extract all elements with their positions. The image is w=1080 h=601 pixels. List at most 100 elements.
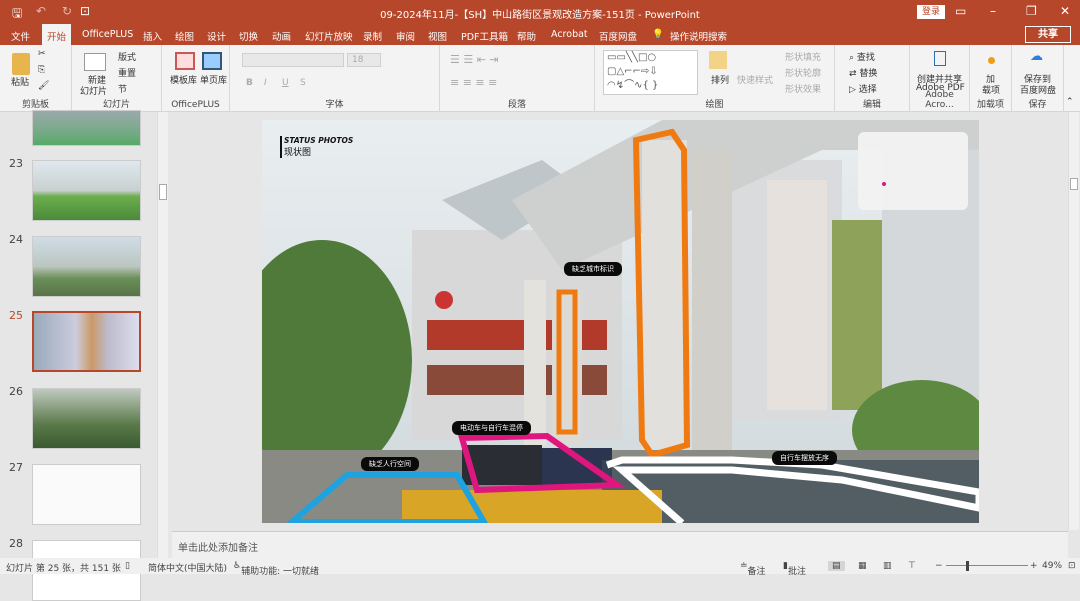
- addins-icon[interactable]: [988, 57, 995, 64]
- layout-button[interactable]: 版式: [118, 50, 136, 63]
- language-indicator[interactable]: 简体中文(中国大陆): [148, 561, 227, 574]
- zoom-level[interactable]: 49%: [1042, 561, 1062, 571]
- section-button[interactable]: 节: [118, 82, 127, 95]
- shape-outline-button[interactable]: 形状轮廓: [785, 66, 821, 79]
- slide-sorter-button[interactable]: ▦: [858, 561, 867, 571]
- tab-transitions[interactable]: 切换: [239, 29, 258, 43]
- slide-canvas[interactable]: STATUS PHOTOS 现状图 缺乏城市标识 电动车与自行车混停 缺乏人行空…: [262, 120, 979, 523]
- zoom-slider[interactable]: [946, 565, 1028, 566]
- fit-slide-icon[interactable]: ⊡: [1068, 561, 1076, 571]
- single-page-icon[interactable]: [202, 52, 222, 70]
- comments-toggle[interactable]: ▮ 批注: [783, 561, 806, 577]
- reset-button[interactable]: 重置: [118, 66, 136, 79]
- group-drawing: ▭▭╲╲□○ ▢△⌐⌐⇨⇩ ◠↯⌒∿{ } 排列 快速样式 形状填充 形状轮廓 形状…: [595, 45, 835, 112]
- ribbon: 粘贴 ✂ ⎘ 🖌 剪贴板 新建 幻灯片 版式 重置 节 幻灯片 模板库 单页库 …: [0, 45, 1080, 112]
- format-painter-icon[interactable]: 🖌: [38, 81, 49, 91]
- login-button[interactable]: 登录: [917, 5, 945, 19]
- underline-button[interactable]: U: [282, 78, 289, 88]
- slide-thumbnail-25[interactable]: [32, 311, 141, 372]
- slide-number: 25: [9, 309, 23, 322]
- zoom-slider-thumb[interactable]: [966, 561, 969, 571]
- zoom-in-button[interactable]: +: [1030, 561, 1038, 571]
- spellcheck-icon[interactable]: ▯: [125, 561, 130, 571]
- reading-view-button[interactable]: ▥: [883, 561, 892, 571]
- collapse-ribbon-icon[interactable]: ⌃: [1066, 97, 1074, 107]
- shape-effects-button[interactable]: 形状效果: [785, 82, 821, 95]
- paste-button[interactable]: 粘贴: [11, 75, 29, 88]
- callout-mixed-parking: 电动车与自行车混停: [452, 421, 531, 435]
- arrange-button[interactable]: 排列: [711, 73, 729, 86]
- slide-thumbnail-24[interactable]: [32, 236, 141, 297]
- status-bar: 幻灯片 第 25 张，共 151 张 ▯ 简体中文(中国大陆) ♿ 辅助功能: …: [0, 558, 1080, 577]
- tab-animations[interactable]: 动画: [272, 29, 291, 43]
- group-label: 段落: [507, 100, 526, 110]
- tab-draw[interactable]: 绘图: [175, 29, 194, 43]
- thumbnail-pane: 23 24 25 26 27 28: [0, 110, 170, 601]
- tell-me-search[interactable]: 操作说明搜索: [670, 29, 727, 43]
- tab-insert[interactable]: 插入: [143, 29, 162, 43]
- font-name-select[interactable]: [242, 53, 344, 67]
- template-button[interactable]: 模板库: [170, 73, 197, 86]
- find-button[interactable]: ⌕ 查找: [849, 50, 875, 63]
- slide-thumbnail-22[interactable]: [32, 110, 141, 146]
- tab-design[interactable]: 设计: [207, 29, 226, 43]
- notes-pane[interactable]: 单击此处添加备注: [172, 531, 1068, 558]
- callout-disordered-bikes: 自行车摆放无序: [772, 451, 837, 465]
- bold-button[interactable]: B: [246, 78, 253, 88]
- shape-fill-button[interactable]: 形状填充: [785, 50, 821, 63]
- tab-file[interactable]: 文件: [11, 29, 30, 43]
- quick-styles-button[interactable]: 快速样式: [737, 73, 773, 86]
- scroll-thumb[interactable]: [1070, 178, 1078, 190]
- tab-help[interactable]: 帮助: [517, 29, 536, 43]
- notes-placeholder[interactable]: 单击此处添加备注: [178, 539, 258, 554]
- minimize-button[interactable]: –: [990, 4, 996, 18]
- slide-scrollbar[interactable]: [1068, 112, 1079, 530]
- slide-thumbnail-26[interactable]: [32, 388, 141, 449]
- tab-baidu[interactable]: 百度网盘: [599, 29, 637, 43]
- maximize-button[interactable]: ❐: [1026, 4, 1037, 18]
- slideshow-button[interactable]: ⊤: [908, 561, 916, 571]
- tab-review[interactable]: 审阅: [396, 29, 415, 43]
- align-icons[interactable]: ≡ ≡ ≡ ≡: [450, 76, 497, 89]
- slide-thumbnail-27[interactable]: [32, 464, 141, 525]
- template-icon[interactable]: [175, 52, 195, 70]
- tab-view[interactable]: 视图: [428, 29, 447, 43]
- notes-toggle[interactable]: ≐ 备注: [740, 561, 766, 577]
- tab-acrobat[interactable]: Acrobat: [551, 29, 588, 40]
- save-baidu-label: 百度网盘: [1020, 86, 1057, 96]
- normal-view-button[interactable]: ▤: [828, 561, 845, 571]
- zoom-out-button[interactable]: −: [935, 561, 943, 571]
- shapes-gallery[interactable]: ▭▭╲╲□○ ▢△⌐⌐⇨⇩ ◠↯⌒∿{ }: [603, 50, 698, 95]
- italic-button[interactable]: I: [264, 78, 267, 88]
- close-button[interactable]: ✕: [1060, 4, 1070, 18]
- new-slide-icon[interactable]: [84, 53, 106, 71]
- accessibility-status[interactable]: ♿ 辅助功能: 一切就绪: [233, 561, 319, 577]
- copy-icon[interactable]: ⎘: [38, 65, 45, 75]
- paste-icon[interactable]: [12, 53, 30, 75]
- yellow-bikes: [402, 490, 662, 523]
- replace-button[interactable]: ⇄ 替换: [849, 66, 877, 79]
- share-button[interactable]: 共享: [1025, 26, 1071, 43]
- ribbon-display-icon[interactable]: ▭: [955, 4, 966, 18]
- new-slide-label[interactable]: 幻灯片: [80, 84, 107, 97]
- cut-icon[interactable]: ✂: [38, 49, 46, 59]
- tab-record[interactable]: 录制: [363, 29, 382, 43]
- group-addins: 加 载项 加载项: [970, 45, 1012, 112]
- bullets-icon[interactable]: ☰ ☰ ⇤ ⇥: [450, 53, 499, 66]
- select-button[interactable]: ▷ 选择: [849, 82, 877, 95]
- tab-pdf-tools[interactable]: PDF工具箱: [461, 29, 508, 43]
- font-size-value: 18: [352, 55, 364, 65]
- replace-label: 替换: [859, 69, 878, 79]
- shadow-button[interactable]: S: [300, 78, 306, 88]
- pdf-share-icon[interactable]: [934, 51, 946, 66]
- tab-officeplus[interactable]: OfficePLUS: [82, 29, 133, 40]
- tab-slideshow[interactable]: 幻灯片放映: [305, 29, 353, 43]
- baidu-cloud-icon[interactable]: ☁: [1030, 49, 1043, 64]
- tab-home[interactable]: 开始: [42, 24, 72, 45]
- single-page-button[interactable]: 单页库: [200, 73, 227, 86]
- thumbnail-scrollbar[interactable]: [157, 112, 168, 558]
- pillar: [692, 150, 732, 450]
- group-officeplus: 模板库 单页库 OfficePLUS: [162, 45, 230, 112]
- scroll-thumb[interactable]: [159, 184, 167, 200]
- slide-thumbnail-23[interactable]: [32, 160, 141, 221]
